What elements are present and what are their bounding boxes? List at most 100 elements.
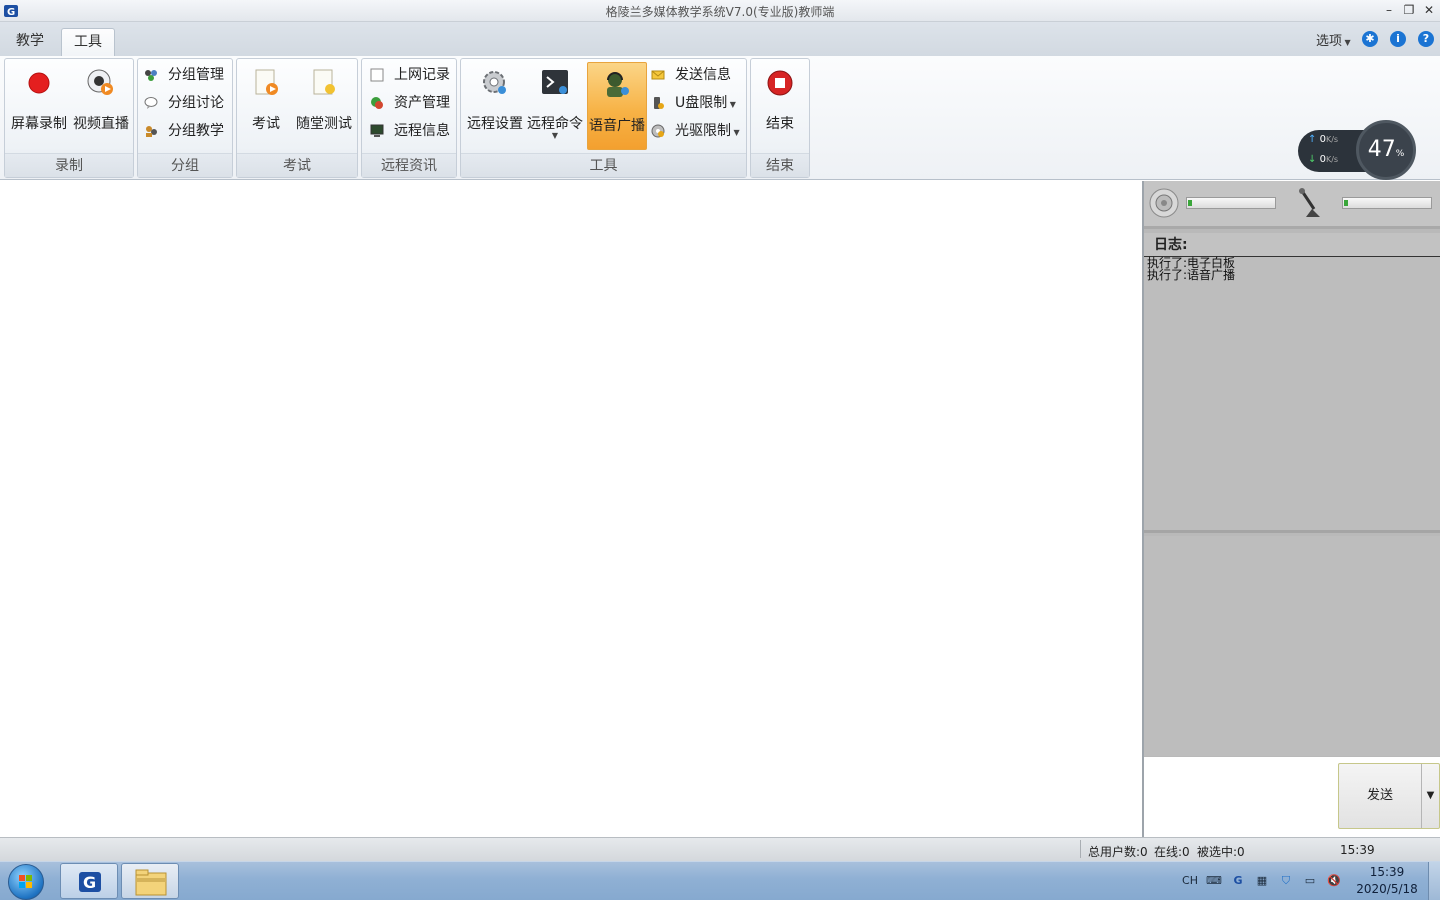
close-icon[interactable]: ✕ (1420, 2, 1438, 18)
group-discussion-label: 分组讨论 (168, 95, 224, 111)
voice-broadcast-button[interactable]: 语音广播 (587, 62, 647, 150)
audio-controls (1144, 181, 1440, 229)
arrow-down-icon: ↓ (1308, 154, 1317, 165)
cdrom-limit-label: 光驱限制 ▼ (675, 123, 740, 139)
arrow-up-icon: ↑ (1308, 134, 1317, 145)
taskbar-clock[interactable]: 15:39 2020/5/18 (1350, 864, 1424, 898)
log-title: 日志: (1144, 233, 1440, 257)
help-icon[interactable]: ? (1418, 31, 1434, 47)
remote-command-label: 远程命令 (527, 116, 583, 132)
asset-manage-label: 资产管理 (394, 95, 450, 111)
taskbar-explorer[interactable] (121, 863, 179, 899)
network-tray-icon[interactable]: ▦ (1254, 873, 1270, 889)
quiz-label: 随堂测试 (296, 116, 352, 132)
log-list: 执行了:电子白板 执行了:语音广播 (1144, 257, 1440, 533)
usage-circle: 47% (1356, 120, 1416, 180)
exam-doc-icon (255, 69, 278, 95)
gear-icon[interactable]: ✱ (1362, 31, 1378, 47)
group-label: 录制 (5, 153, 133, 177)
end-label: 结束 (766, 116, 794, 132)
group-recording: 屏幕录制 视频直播 录制 (4, 58, 134, 178)
end-button[interactable]: 结束 (753, 61, 807, 151)
group-label: 分组 (138, 153, 232, 177)
keyboard-icon[interactable]: ⌨ (1206, 873, 1222, 889)
checkbox-icon (370, 68, 384, 82)
quiz-doc-icon (313, 69, 335, 95)
exam-button[interactable]: 考试 (241, 61, 291, 151)
online-count: 在线:0 (1154, 845, 1190, 859)
group-end: 结束 结束 (750, 58, 810, 178)
student-view-area[interactable] (0, 181, 1144, 837)
video-live-label: 视频直播 (73, 116, 129, 132)
chat-icon (144, 97, 158, 109)
network-speed-widget: ↑ 0K/s ↓ 0K/s 47% (1298, 120, 1418, 182)
group-label: 考试 (237, 153, 357, 177)
group-teaching-label: 分组教学 (168, 123, 224, 139)
input-language[interactable]: CH (1180, 873, 1200, 889)
quiz-button[interactable]: 随堂测试 (293, 61, 355, 151)
status-time: 15:39 (1340, 843, 1375, 857)
group-label: 结束 (751, 153, 809, 177)
options-label: 选项 (1316, 34, 1343, 49)
clock-time: 15:39 (1369, 865, 1405, 879)
speaker-level-fill (1188, 200, 1193, 206)
group-manage-label: 分组管理 (168, 67, 224, 83)
shield-icon[interactable]: ⛉ (1278, 873, 1294, 889)
mic-volume-meter[interactable] (1342, 197, 1432, 209)
group-manage-icon (145, 70, 157, 81)
minimize-icon[interactable]: – (1380, 2, 1398, 18)
microphone-icon[interactable] (1294, 187, 1326, 221)
tab-tools[interactable]: 工具 (61, 28, 115, 56)
title-bar: G 格陵兰多媒体教学系统V7.0(专业版)教师端 – ❐ ✕ (0, 0, 1440, 22)
video-live-button[interactable]: 视频直播 (69, 61, 133, 151)
group-remote-info: 上网记录 资产管理 远程信息 远程资讯 (361, 58, 457, 178)
tab-teaching[interactable]: 教学 (4, 28, 56, 56)
voice-broadcast-label: 语音广播 (589, 118, 645, 134)
info-icon[interactable]: i (1390, 31, 1406, 47)
headset-user-icon (607, 72, 629, 97)
taskbar-teaching-app[interactable]: G (60, 863, 118, 899)
chevron-down-icon[interactable]: ▼ (525, 131, 585, 140)
chevron-down-icon[interactable]: ▼ (1421, 764, 1439, 828)
options-menu[interactable]: 选项 ▼ (1316, 30, 1351, 49)
app-tray-icon[interactable]: G (1230, 873, 1246, 889)
stop-icon (767, 70, 793, 96)
usb-icon (654, 97, 664, 109)
speaker-icon[interactable] (1148, 187, 1180, 219)
group-tools: 远程设置 远程命令 ▼ 语音广播 发送信息 U盘限制 ▼ 光驱限制 ▼ 工具 (460, 58, 747, 178)
start-button[interactable] (8, 864, 44, 900)
folder-icon (135, 869, 167, 896)
ribbon-tab-row: 教学 工具 选项 ▼ ✱ i ? (0, 22, 1440, 56)
ribbon: 屏幕录制 视频直播 录制 分组管理 分组讨论 分组教学 分组 考试 随堂测试 考… (0, 56, 1440, 180)
screen-record-label: 屏幕录制 (11, 116, 67, 132)
taskbar: G CH ⌨ G ▦ ⛉ ▭ 🔇 15:39 2020/5/18 (0, 861, 1440, 900)
restore-icon[interactable]: ❐ (1400, 2, 1418, 18)
svg-text:G: G (83, 873, 96, 892)
chevron-down-icon: ▼ (1342, 38, 1351, 47)
display-icon[interactable]: ▭ (1302, 873, 1318, 889)
app-logo-icon: G (79, 872, 101, 892)
windows-logo-icon (19, 875, 32, 888)
send-button[interactable]: 发送 (1339, 764, 1421, 828)
total-users-count: 总用户数:0 (1088, 845, 1148, 859)
chevron-down-icon: ▼ (731, 128, 740, 137)
right-panel: 日志: 执行了:电子白板 执行了:语音广播 发送 ▼ (1144, 181, 1440, 837)
speaker-volume-meter[interactable] (1186, 197, 1276, 209)
volume-muted-icon[interactable]: 🔇 (1326, 873, 1342, 889)
status-bar: 总用户数:0 在线:0 被选中:0 15:39 (0, 837, 1440, 861)
usage-percent: 47% (1367, 137, 1405, 162)
remote-info-label: 远程信息 (394, 123, 450, 139)
monitor-icon (370, 124, 384, 137)
group-exam: 考试 随堂测试 考试 (236, 58, 358, 178)
disc-icon (651, 124, 665, 138)
screen-record-button[interactable]: 屏幕录制 (7, 61, 71, 151)
usb-limit-label: U盘限制 ▼ (675, 95, 736, 111)
log-entry: 执行了:语音广播 (1147, 268, 1236, 282)
remote-settings-button[interactable]: 远程设置 (465, 61, 525, 151)
gear-icon (483, 71, 506, 94)
remote-command-button[interactable]: 远程命令 ▼ (525, 61, 585, 151)
show-desktop-button[interactable] (1428, 862, 1440, 900)
group-grouping: 分组管理 分组讨论 分组教学 分组 (137, 58, 233, 178)
clock-date: 2020/5/18 (1356, 882, 1418, 896)
terminal-icon (542, 70, 568, 94)
